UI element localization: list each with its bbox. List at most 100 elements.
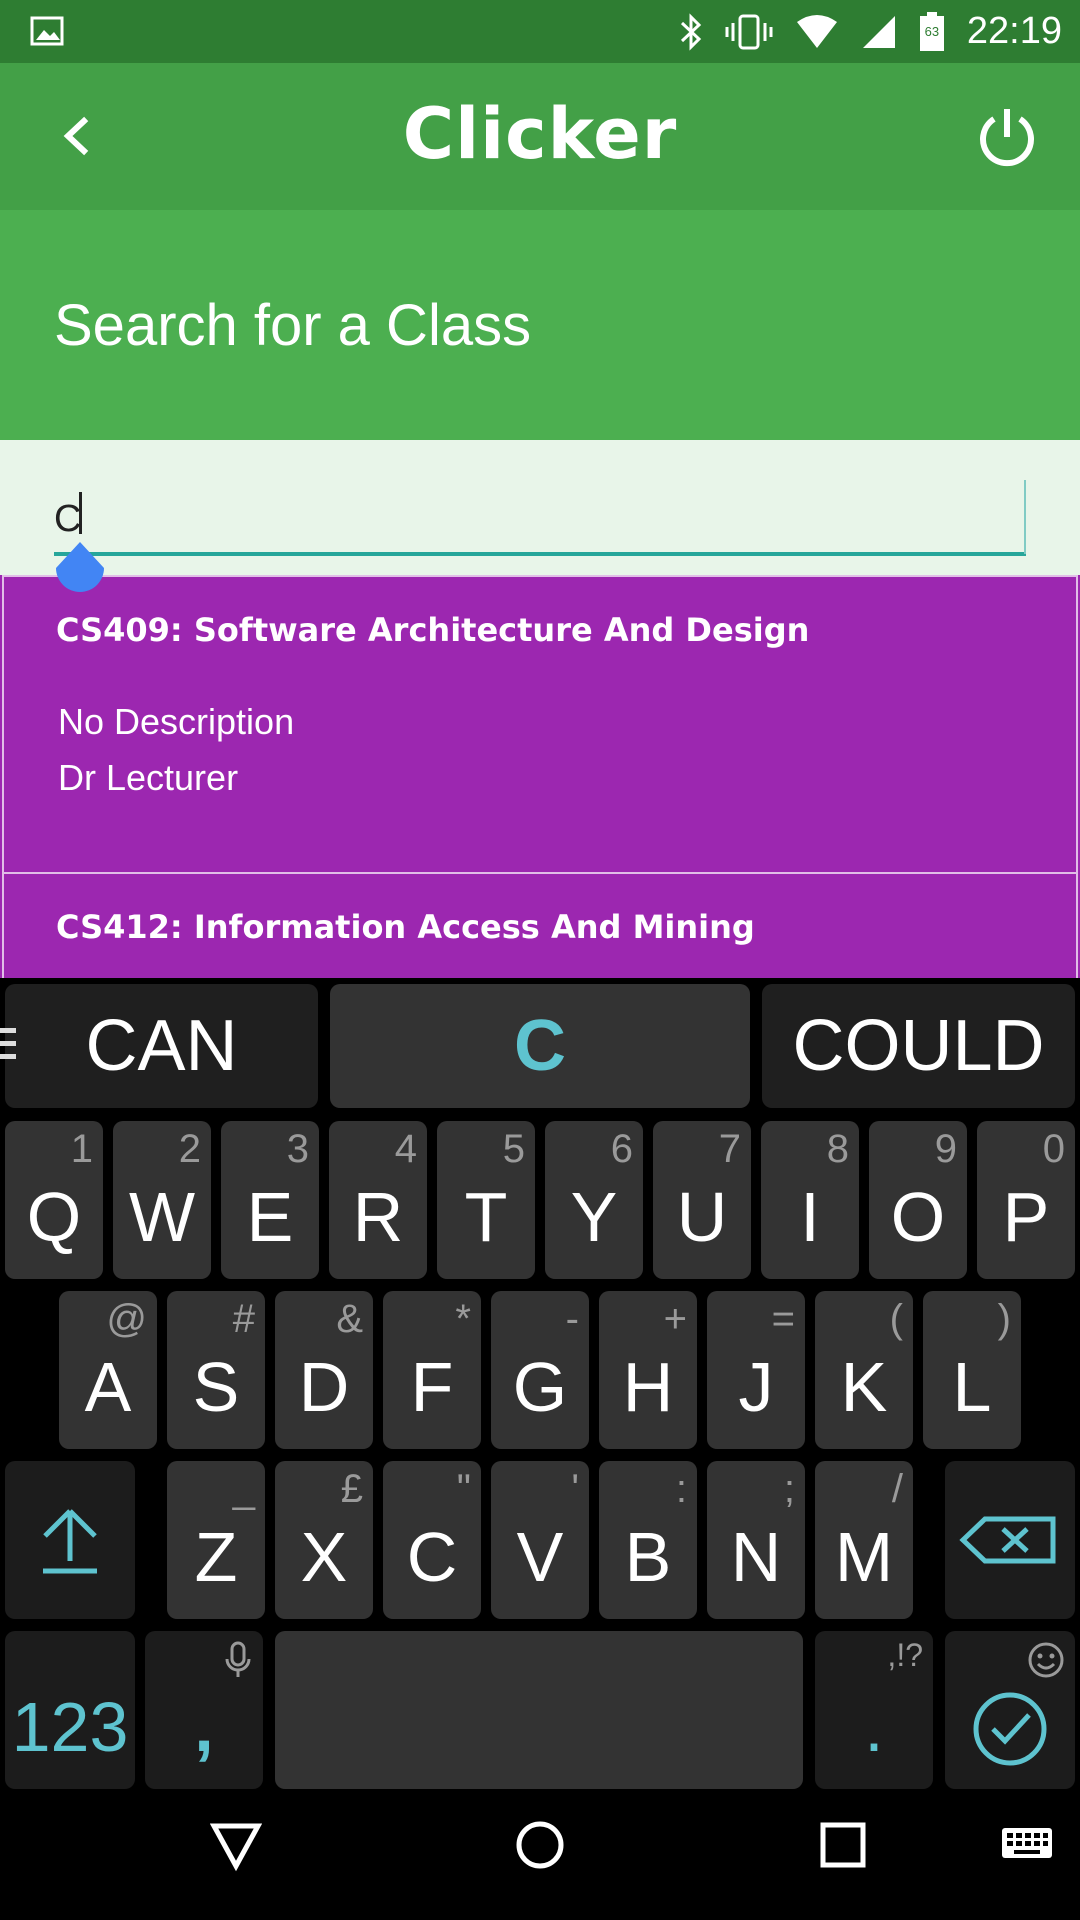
key-i[interactable]: 8I [761, 1121, 859, 1279]
key-label: T [464, 1178, 508, 1256]
key-g[interactable]: -G [491, 1291, 589, 1449]
key-o[interactable]: 9O [869, 1121, 967, 1279]
key-m[interactable]: / M [815, 1461, 913, 1619]
key-a[interactable]: @ A [59, 1291, 157, 1449]
key-hint: ' [571, 1467, 579, 1511]
key-e[interactable]: 3E [221, 1121, 319, 1279]
key-hint: £ [340, 1467, 363, 1511]
key-w[interactable]: 2W [113, 1121, 211, 1279]
key-x[interactable]: £ X [275, 1461, 373, 1619]
key-c[interactable]: " C [383, 1461, 481, 1619]
key-u[interactable]: 7U [653, 1121, 751, 1279]
key-hint: * [455, 1297, 471, 1341]
key-label: G [512, 1348, 568, 1426]
key-r[interactable]: 4R [329, 1121, 427, 1279]
class-search-input[interactable] [54, 484, 1024, 554]
key-label: P [1002, 1178, 1050, 1256]
microphone-icon [225, 1641, 251, 1677]
key-hint: 2 [178, 1127, 201, 1171]
space-bar[interactable] [275, 1631, 803, 1789]
key-label: X [300, 1518, 348, 1596]
key-hint: ,!? [887, 1637, 923, 1673]
key-s[interactable]: # S [167, 1291, 265, 1449]
period-key[interactable]: ,!? . [815, 1631, 933, 1789]
key-label: E [246, 1178, 294, 1256]
key-v[interactable]: ' V [491, 1461, 589, 1619]
key-hint: @ [106, 1297, 147, 1341]
numbers-key[interactable]: 123 [5, 1631, 135, 1789]
key-d[interactable]: & D [275, 1291, 373, 1449]
key-label: U [676, 1178, 728, 1256]
key-n[interactable]: ; N [707, 1461, 805, 1619]
grip-icon [0, 1028, 16, 1059]
suggestion-c[interactable]: C [330, 984, 750, 1108]
key-k[interactable]: (K [815, 1291, 913, 1449]
home-nav-icon[interactable] [514, 1818, 566, 1872]
key-hint: = [771, 1297, 795, 1341]
navigation-bar [0, 1790, 1080, 1920]
search-heading-section: Search for a Class [0, 210, 1080, 440]
app-bar: Clicker [0, 63, 1080, 210]
key-z[interactable]: _ Z [167, 1461, 265, 1619]
key-l[interactable]: ) L [923, 1291, 1021, 1449]
key-hint: ; [783, 1467, 795, 1511]
suggestion-can[interactable]: CAN [5, 984, 318, 1108]
class-title: CS409: Software Architecture And Design [56, 611, 810, 649]
key-hint: & [336, 1297, 363, 1341]
enter-key[interactable] [945, 1631, 1075, 1789]
key-label: A [84, 1348, 132, 1426]
comma-key[interactable]: , [145, 1631, 263, 1789]
comma-label: , [194, 1688, 214, 1766]
key-hint: " [456, 1467, 471, 1511]
key-hint: 6 [610, 1127, 633, 1171]
shift-icon [43, 1509, 97, 1574]
key-label: M [834, 1518, 894, 1596]
recents-nav-icon[interactable] [818, 1818, 870, 1872]
key-hint: 7 [718, 1127, 741, 1171]
key-label: L [952, 1348, 992, 1426]
key-t[interactable]: 5T [437, 1121, 535, 1279]
shift-key[interactable] [5, 1461, 135, 1619]
class-card[interactable]: CS409: Software Architecture And Design … [2, 575, 1078, 874]
keyboard-switch-icon[interactable] [1000, 1826, 1054, 1866]
power-icon[interactable] [972, 103, 1042, 173]
key-b[interactable]: :B [599, 1461, 697, 1619]
key-j[interactable]: = J [707, 1291, 805, 1449]
key-label: J [738, 1348, 774, 1426]
key-hint: 4 [394, 1127, 417, 1171]
key-label: Q [26, 1178, 82, 1256]
page-heading: Search for a Class [54, 293, 532, 358]
key-label: F [410, 1348, 454, 1426]
key-hint: 5 [502, 1127, 525, 1171]
key-label: B [624, 1518, 672, 1596]
key-y[interactable]: 6Y [545, 1121, 643, 1279]
key-label: S [192, 1348, 240, 1426]
key-hint: : [675, 1467, 687, 1511]
app-title: Clicker [402, 93, 678, 175]
text-selection-handle[interactable] [54, 542, 106, 598]
key-f[interactable]: * F [383, 1291, 481, 1449]
key-h[interactable]: + H [599, 1291, 697, 1449]
bluetooth-icon [680, 12, 702, 51]
class-lecturer: Dr Lecturer [58, 757, 239, 798]
key-hint: 0 [1042, 1127, 1065, 1171]
back-nav-icon[interactable] [210, 1818, 262, 1872]
key-hint: 3 [286, 1127, 309, 1171]
clock: 22:19 [966, 10, 1062, 52]
key-hint: 1 [70, 1127, 93, 1171]
key-q[interactable]: 1Q [5, 1121, 103, 1279]
key-hint: / [891, 1467, 903, 1511]
key-hint: 8 [826, 1127, 849, 1171]
key-p[interactable]: 0P [977, 1121, 1075, 1279]
key-label: I [800, 1178, 820, 1256]
key-label: R [352, 1178, 404, 1256]
key-label: C [406, 1518, 458, 1596]
key-label: D [298, 1348, 350, 1426]
backspace-key[interactable] [945, 1461, 1075, 1619]
search-edge [1024, 480, 1026, 554]
class-card[interactable]: CS412: Information Access And Mining [2, 872, 1078, 978]
soft-keyboard: CAN C COULD 1Q 2W 3E 4R 5T 6Y 7U 8I 9O 0… [0, 978, 1080, 1790]
key-label: O [890, 1178, 946, 1256]
suggestion-could[interactable]: COULD [762, 984, 1075, 1108]
key-hint: 9 [934, 1127, 957, 1171]
